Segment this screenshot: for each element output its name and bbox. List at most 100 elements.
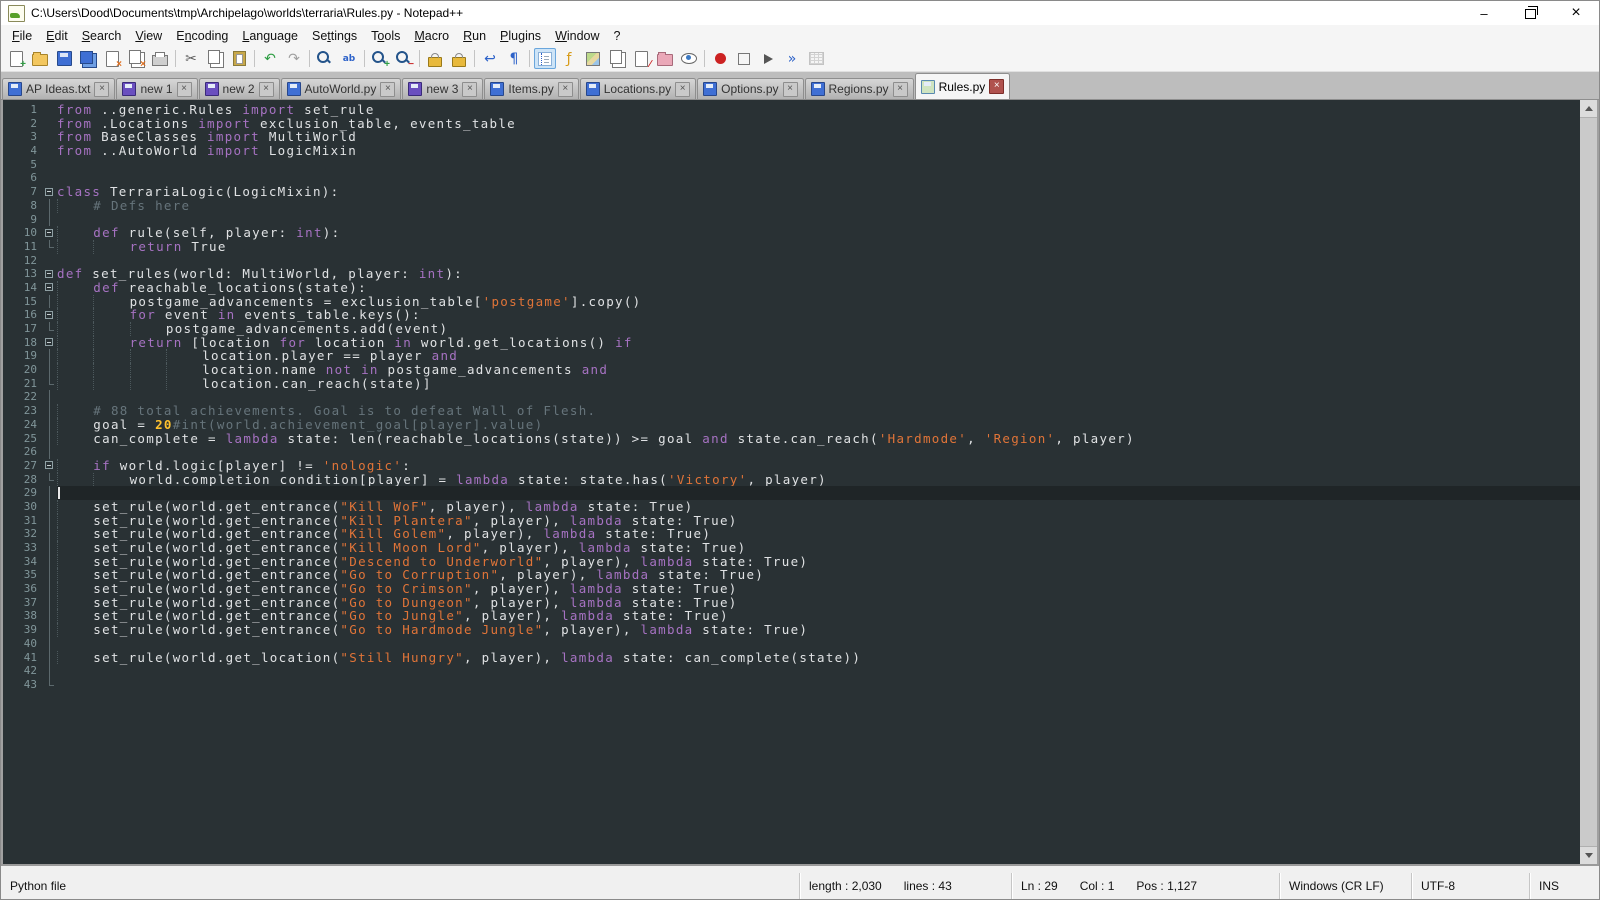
line-number: 6 (3, 171, 43, 185)
scroll-down-button[interactable] (1580, 847, 1597, 864)
paste-icon[interactable] (228, 48, 250, 69)
macro-save-icon[interactable] (805, 48, 827, 69)
scrollbar-thumb[interactable] (1580, 117, 1597, 847)
tab-regions-py[interactable]: Regions.py× (805, 78, 914, 99)
tab-autoworld-py[interactable]: AutoWorld.py× (281, 78, 402, 99)
menu-search[interactable]: Search (75, 27, 129, 45)
folder-as-workspace-icon[interactable] (654, 48, 676, 69)
macro-record-icon[interactable] (709, 48, 731, 69)
open-folder-icon[interactable] (29, 48, 51, 69)
close-file-icon[interactable]: × (101, 48, 123, 69)
menu-edit[interactable]: Edit (39, 27, 75, 45)
macro-play-icon[interactable] (757, 48, 779, 69)
document-list-icon[interactable] (606, 48, 628, 69)
fold-collapse-icon[interactable] (43, 281, 57, 295)
close-button[interactable]: × (1553, 1, 1599, 25)
saved-icon (8, 82, 22, 96)
menu-tools[interactable]: Tools (364, 27, 407, 45)
status-insert-mode[interactable]: INS (1529, 873, 1599, 899)
document-monitor-icon[interactable] (678, 48, 700, 69)
menu-macro[interactable]: Macro (407, 27, 456, 45)
menu-settings[interactable]: Settings (305, 27, 364, 45)
tab-items-py[interactable]: Items.py× (484, 78, 578, 99)
find-icon[interactable] (314, 48, 336, 69)
close-all-icon[interactable]: × (125, 48, 147, 69)
menu-encoding[interactable]: Encoding (169, 27, 235, 45)
tab-close-icon[interactable]: × (893, 82, 908, 97)
document-map-icon[interactable] (582, 48, 604, 69)
fold-collapse-icon[interactable] (43, 226, 57, 240)
new-file-icon[interactable]: + (5, 48, 27, 69)
restore-button[interactable] (1507, 1, 1553, 25)
status-eol-format[interactable]: Windows (CR LF) (1279, 873, 1411, 899)
code-line: 25can_complete = lambda state: len(reach… (3, 432, 1580, 446)
tab-locations-py[interactable]: Locations.py× (580, 78, 696, 99)
indent-guide (57, 623, 93, 637)
tab-close-icon[interactable]: × (675, 82, 690, 97)
show-all-characters-icon[interactable]: ¶ (503, 48, 525, 69)
menu-language[interactable]: Language (235, 27, 305, 45)
tab-rules-py[interactable]: Rules.py× (915, 73, 1011, 99)
vertical-scrollbar[interactable] (1580, 100, 1597, 864)
tab-close-icon[interactable]: × (259, 82, 274, 97)
code-text (57, 213, 1580, 227)
cut-icon[interactable]: ✂ (180, 48, 202, 69)
indent-guide (57, 555, 93, 569)
code-text: from .Locations import exclusion_table, … (57, 117, 1580, 131)
minimize-button[interactable]: – (1461, 1, 1507, 25)
editor-surface[interactable]: 1from ..generic.Rules import set_rule2fr… (3, 100, 1580, 864)
fold-margin (43, 171, 57, 185)
show-indent-guide-icon[interactable] (534, 48, 556, 69)
tab-new-3[interactable]: new 3× (402, 78, 483, 99)
menu-window[interactable]: Window (548, 27, 606, 45)
word-wrap-icon[interactable]: ↩ (479, 48, 501, 69)
save-file-icon[interactable] (53, 48, 75, 69)
menu-run[interactable]: Run (456, 27, 493, 45)
menu-?[interactable]: ? (607, 27, 628, 45)
tab-close-icon[interactable]: × (558, 82, 573, 97)
fold-collapse-icon[interactable] (43, 185, 57, 199)
macro-stop-icon[interactable] (733, 48, 755, 69)
toolbar-separator (309, 50, 310, 67)
menu-plugins[interactable]: Plugins (493, 27, 548, 45)
menu-file[interactable]: File (5, 27, 39, 45)
tab-close-icon[interactable]: × (989, 79, 1004, 94)
code-text: if world.logic[player] != 'nologic': (57, 459, 1580, 473)
macro-run-multiple-icon[interactable]: » (781, 48, 803, 69)
fold-collapse-icon[interactable] (43, 308, 57, 322)
code-line: 1from ..generic.Rules import set_rule (3, 103, 1580, 117)
tab-close-icon[interactable]: × (380, 82, 395, 97)
code-line: 8# Defs here (3, 199, 1580, 213)
toolbar-separator (529, 50, 530, 67)
indent-guide (93, 336, 129, 350)
fold-margin (43, 144, 57, 158)
document-edit-icon[interactable]: ∕ (630, 48, 652, 69)
tab-close-icon[interactable]: × (94, 82, 109, 97)
zoom-in-icon[interactable]: + (369, 48, 391, 69)
fold-collapse-icon[interactable] (43, 459, 57, 473)
tab-close-icon[interactable]: × (462, 82, 477, 97)
replace-icon[interactable]: ab (338, 48, 360, 69)
print-icon[interactable] (149, 48, 171, 69)
fold-collapse-icon[interactable] (43, 336, 57, 350)
tab-ap-ideas-txt[interactable]: AP Ideas.txt× (2, 78, 115, 99)
code-text: from ..AutoWorld import LogicMixin (57, 144, 1580, 158)
redo-icon[interactable]: ↷ (283, 48, 305, 69)
tab-close-icon[interactable]: × (177, 82, 192, 97)
save-all-icon[interactable] (77, 48, 99, 69)
tab-close-icon[interactable]: × (783, 82, 798, 97)
fold-collapse-icon[interactable] (43, 267, 57, 281)
tab-new-1[interactable]: new 1× (116, 78, 197, 99)
status-encoding[interactable]: UTF-8 (1411, 873, 1529, 899)
scroll-up-button[interactable] (1580, 100, 1597, 117)
copy-icon[interactable] (204, 48, 226, 69)
zoom-out-icon[interactable]: − (393, 48, 415, 69)
code-text (57, 254, 1580, 268)
undo-icon[interactable]: ↶ (259, 48, 281, 69)
tab-new-2[interactable]: new 2× (199, 78, 280, 99)
sync-horizontal-scroll-icon[interactable] (448, 48, 470, 69)
sync-vertical-scroll-icon[interactable] (424, 48, 446, 69)
tab-options-py[interactable]: Options.py× (697, 78, 803, 99)
function-list-icon[interactable]: ƒ (558, 48, 580, 69)
menu-view[interactable]: View (128, 27, 169, 45)
